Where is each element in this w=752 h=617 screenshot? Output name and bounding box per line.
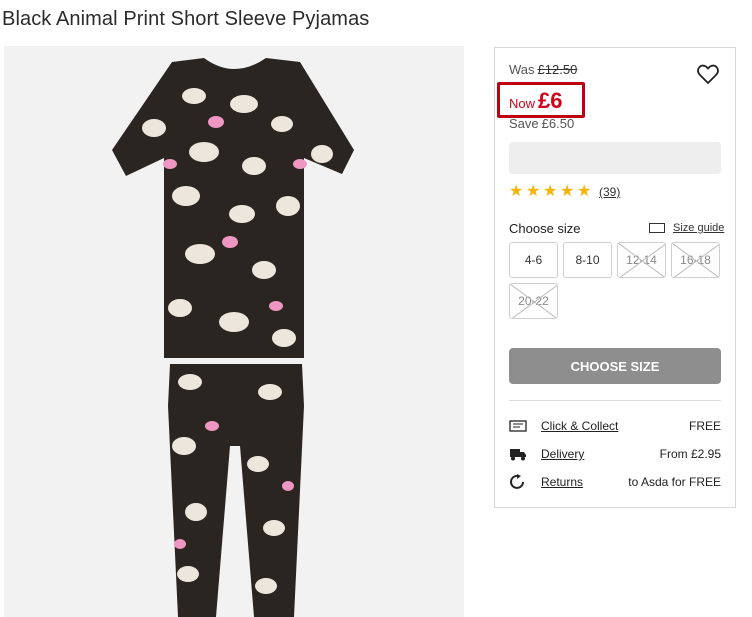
product-image [4,46,464,617]
now-amount: £6 [538,88,563,113]
size-option-16-18[interactable]: 16-18 [671,242,720,278]
returns-value: to Asda for FREE [628,475,721,489]
star-icon: ★ [509,183,524,200]
size-option-20-22[interactable]: 20-22 [509,283,558,319]
save-label: Save [509,116,539,131]
size-option-label: 8-10 [575,253,600,267]
product-title: Black Animal Print Short Sleeve Pyjamas [2,8,370,30]
click-collect-value: FREE [688,419,721,433]
save-value: £6.50 [541,116,575,131]
was-label: Was [509,62,535,77]
returns-row: Returns to Asda for FREE [509,472,721,492]
save-amount: Save £6.50 [509,116,574,131]
star-icon: ★ [543,183,558,200]
unavailable-cross-icon [618,243,665,277]
was-price: Was £12.50 [509,62,577,77]
star-rating: ★ ★ ★ ★ ★ [509,184,593,200]
star-icon: ★ [577,183,592,200]
size-option-label: 4-6 [524,253,543,267]
size-option-8-10[interactable]: 8-10 [563,242,612,278]
delivery-value: From £2.95 [659,447,721,461]
star-icon: ★ [560,183,575,200]
returns-link[interactable]: Returns [541,475,583,489]
delivery-truck-icon [510,449,526,461]
unavailable-cross-icon [672,243,719,277]
product-rating: ★ ★ ★ ★ ★ (39) [509,184,620,200]
promo-placeholder [509,142,721,174]
buy-box: Was £12.50 Now £6 Save £6.50 ★ ★ ★ ★ ★ (39)… [494,47,736,508]
was-amount: £12.50 [537,62,578,77]
size-option-4-6[interactable]: 4-6 [509,242,558,278]
review-count-link[interactable]: (39) [599,185,620,199]
delivery-link[interactable]: Delivery [541,447,584,461]
size-options: 4-6 8-10 12-14 16-18 20-22 [509,242,725,319]
size-guide-label: Size guide [673,222,725,234]
size-option-12-14[interactable]: 12-14 [617,242,666,278]
click-collect-icon [509,420,527,432]
delivery-row: Delivery From £2.95 [509,444,721,464]
choose-size-button[interactable]: CHOOSE SIZE [509,348,721,384]
click-collect-link[interactable]: Click & Collect [541,419,618,433]
wishlist-heart-icon[interactable] [696,62,720,86]
ruler-icon [649,223,665,233]
choose-size-label: Choose size [509,221,581,236]
size-guide-link[interactable]: Size guide [649,222,724,234]
now-label: Now [509,96,536,111]
now-price: Now £6 [509,88,563,114]
returns-icon [510,474,524,489]
click-collect-row: Click & Collect FREE [509,416,721,436]
star-icon: ★ [526,183,541,200]
divider [509,400,721,401]
unavailable-cross-icon [510,284,557,318]
